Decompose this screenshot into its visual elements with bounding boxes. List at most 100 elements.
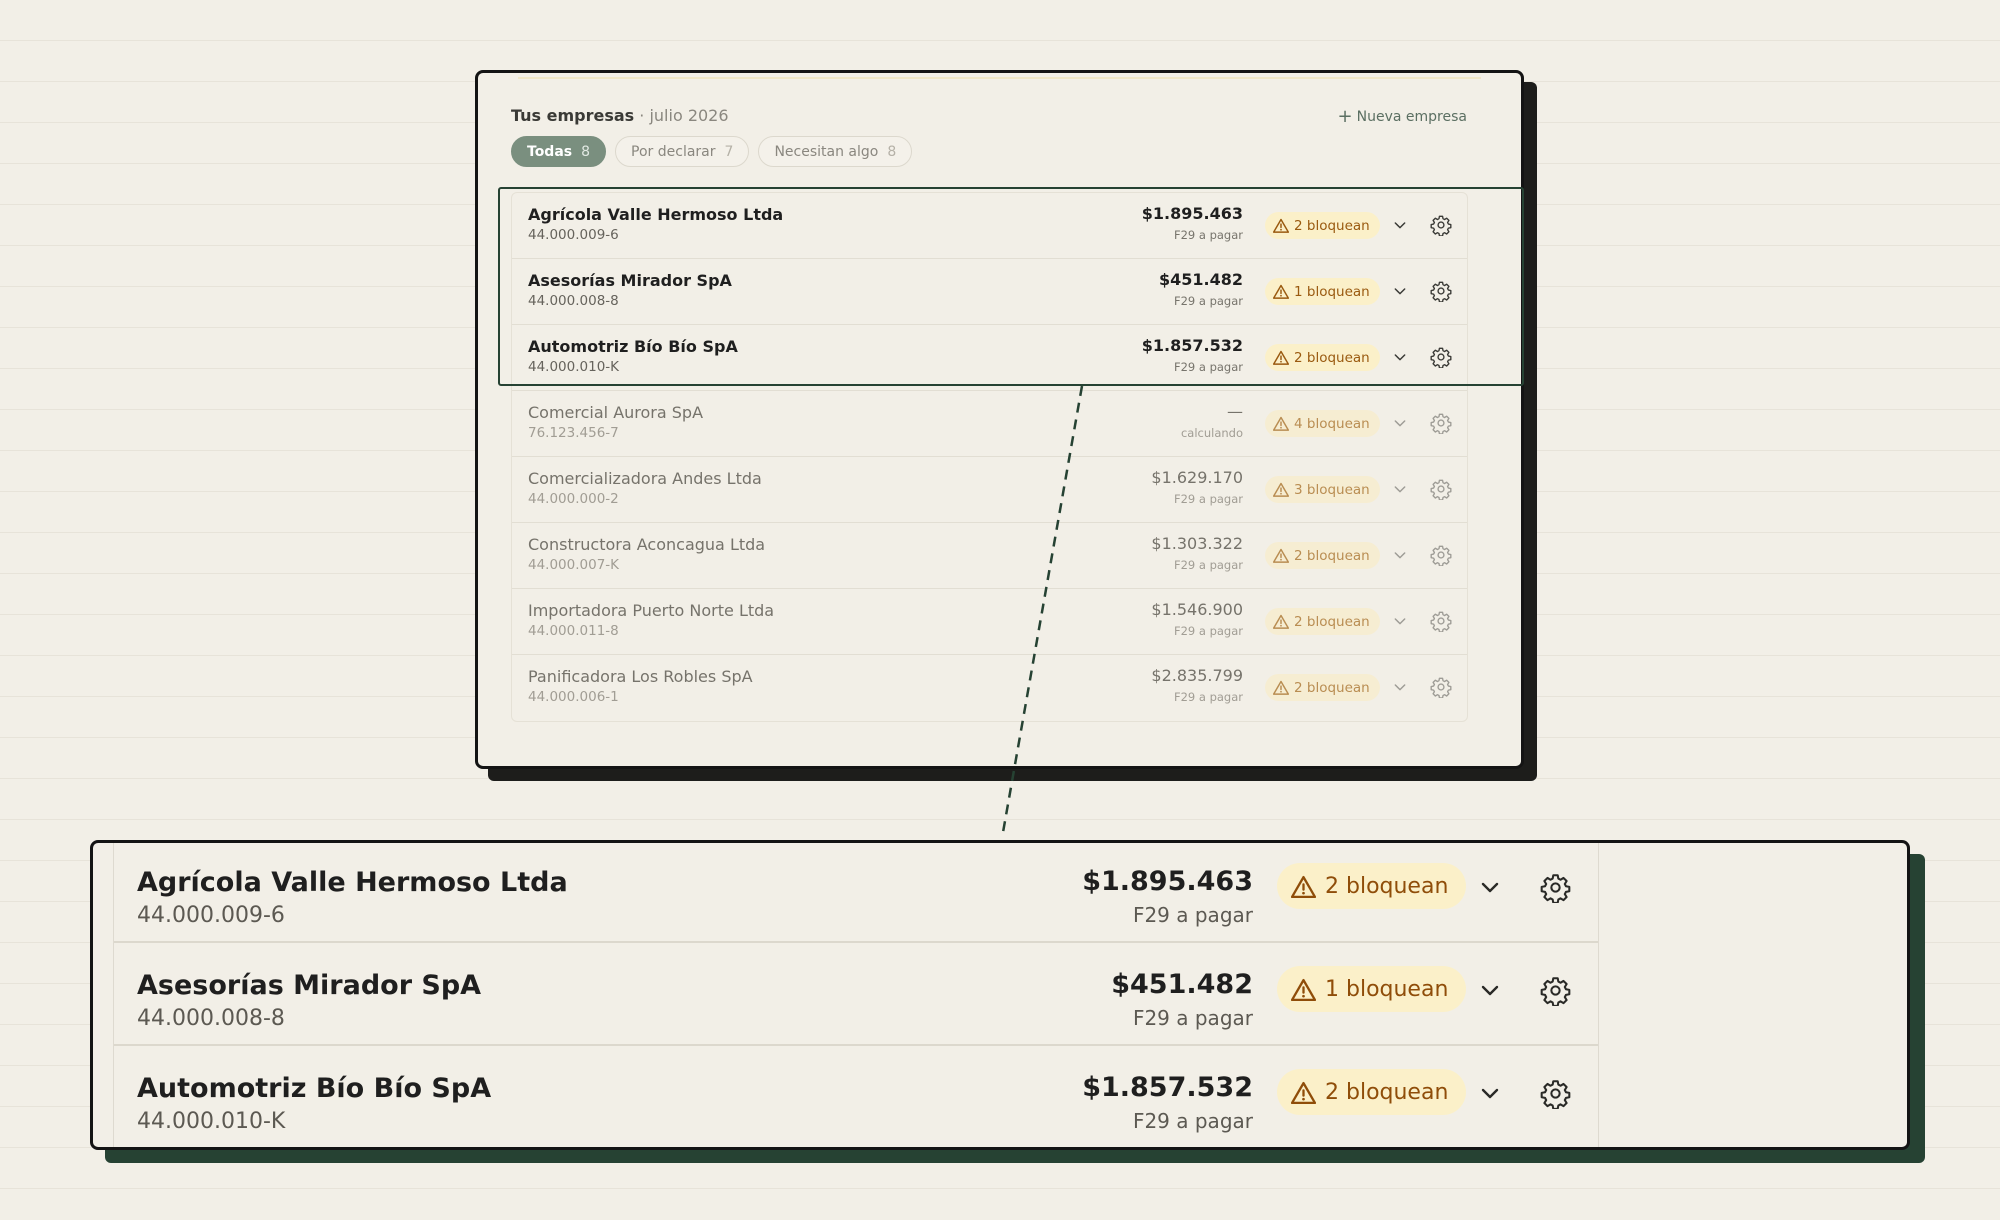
blocking-badge[interactable]: 2 bloquean — [1265, 674, 1380, 701]
gear-icon[interactable] — [1540, 975, 1571, 1010]
filter-tab-por-declarar[interactable]: Por declarar 7 — [615, 136, 750, 167]
chevron-down-icon[interactable] — [1478, 978, 1502, 1006]
company-row[interactable]: Importadora Puerto Norte Ltda 44.000.011… — [512, 589, 1467, 655]
f29-amount: $1.629.170 — [1151, 468, 1243, 487]
blocking-badge[interactable]: 2 bloquean — [1277, 863, 1467, 909]
blocking-badge[interactable]: 2 bloquean — [1277, 1069, 1467, 1115]
warning-triangle-icon — [1273, 680, 1289, 695]
warning-triangle-icon — [1273, 416, 1289, 431]
filter-tab-necesitan-algo[interactable]: Necesitan algo 8 — [758, 136, 913, 167]
gear-icon[interactable] — [1430, 346, 1452, 372]
badge-label: 3 bloquean — [1294, 481, 1370, 498]
chevron-down-icon[interactable] — [1392, 547, 1408, 567]
badge-label: 2 bloquean — [1325, 1079, 1449, 1105]
zoomed-company-row[interactable]: Agrícola Valle Hermoso Ltda 44.000.009-6… — [114, 843, 1598, 943]
gear-icon[interactable] — [1540, 872, 1571, 907]
company-row[interactable]: Automotriz Bío Bío SpA 44.000.010-K $1.8… — [512, 325, 1467, 391]
blocking-badge[interactable]: 4 bloquean — [1265, 410, 1380, 437]
company-rut: 44.000.006-1 — [528, 689, 619, 705]
filter-tab-count: 7 — [724, 143, 734, 160]
company-row[interactable]: Comercializadora Andes Ltda 44.000.000-2… — [512, 457, 1467, 523]
blocking-badge[interactable]: 2 bloquean — [1265, 608, 1380, 635]
panel-header: Tus empresas · julio 2026 — [511, 106, 729, 125]
f29-amount: — — [1227, 402, 1243, 421]
plus-icon: + — [1337, 106, 1353, 127]
company-name: Asesorías Mirador SpA — [528, 271, 732, 290]
filter-tab-count: 8 — [887, 143, 897, 160]
warning-triangle-icon — [1273, 548, 1289, 563]
zoomed-rows: Agrícola Valle Hermoso Ltda 44.000.009-6… — [113, 843, 1599, 1147]
zoomed-company-row[interactable]: Automotriz Bío Bío SpA 44.000.010-K $1.8… — [114, 1046, 1598, 1147]
filter-tab-label: Necesitan algo — [774, 143, 879, 160]
f29-amount-label: F29 a pagar — [1173, 690, 1243, 704]
f29-amount: $1.857.532 — [1082, 1072, 1253, 1103]
f29-amount: $1.857.532 — [1141, 336, 1243, 355]
company-name: Automotriz Bío Bío SpA — [137, 1073, 492, 1104]
f29-amount-label: calculando — [1180, 426, 1243, 440]
badge-label: 2 bloquean — [1294, 217, 1370, 234]
blocking-badge[interactable]: 1 bloquean — [1277, 966, 1467, 1012]
gear-icon[interactable] — [1430, 610, 1452, 636]
company-row[interactable]: Asesorías Mirador SpA 44.000.008-8 $451.… — [512, 259, 1467, 325]
f29-amount-label: F29 a pagar — [1173, 360, 1243, 374]
blocking-badge[interactable]: 2 bloquean — [1265, 212, 1380, 239]
company-rut: 44.000.010-K — [528, 359, 620, 375]
zoomed-company-row[interactable]: Asesorías Mirador SpA 44.000.008-8 $451.… — [114, 943, 1598, 1046]
gear-icon[interactable] — [1430, 412, 1452, 438]
chevron-down-icon[interactable] — [1392, 481, 1408, 501]
filter-tab-label: Por declarar — [631, 143, 716, 160]
chevron-down-icon[interactable] — [1392, 217, 1408, 237]
blocking-badge[interactable]: 1 bloquean — [1265, 278, 1380, 305]
badge-label: 2 bloquean — [1294, 349, 1370, 366]
filter-tab-todas[interactable]: Todas 8 — [511, 136, 607, 167]
f29-amount: $1.895.463 — [1141, 204, 1243, 223]
blocking-badge[interactable]: 2 bloquean — [1265, 344, 1380, 371]
gear-icon[interactable] — [1430, 478, 1452, 504]
company-row[interactable]: Comercial Aurora SpA 76.123.456-7 — calc… — [512, 391, 1467, 457]
new-company-label: Nueva empresa — [1356, 109, 1467, 125]
page-title: Tus empresas — [511, 106, 635, 125]
companies-panel: Tus empresas · julio 2026 + Nueva empresa… — [475, 70, 1524, 769]
chevron-down-icon[interactable] — [1392, 679, 1408, 699]
badge-label: 2 bloquean — [1325, 873, 1449, 899]
company-list: Agrícola Valle Hermoso Ltda 44.000.009-6… — [511, 192, 1468, 722]
company-rut: 44.000.009-6 — [528, 227, 619, 243]
blocking-badge[interactable]: 3 bloquean — [1265, 476, 1380, 503]
chevron-down-icon[interactable] — [1392, 349, 1408, 369]
chevron-down-icon[interactable] — [1392, 415, 1408, 435]
company-name: Automotriz Bío Bío SpA — [528, 337, 738, 356]
company-rut: 44.000.010-K — [137, 1109, 286, 1134]
new-company-button[interactable]: + Nueva empresa — [1338, 106, 1467, 127]
blocking-badge[interactable]: 2 bloquean — [1265, 542, 1380, 569]
chevron-down-icon[interactable] — [1478, 875, 1502, 903]
gear-icon[interactable] — [1540, 1078, 1571, 1113]
filter-tab-label: Todas — [527, 143, 573, 160]
badge-label: 2 bloquean — [1294, 547, 1370, 564]
f29-amount-label: F29 a pagar — [1132, 903, 1253, 927]
f29-amount: $2.835.799 — [1151, 666, 1243, 685]
chevron-down-icon[interactable] — [1392, 283, 1408, 303]
company-name: Panificadora Los Robles SpA — [528, 667, 753, 686]
badge-label: 2 bloquean — [1294, 679, 1370, 696]
gear-icon[interactable] — [1430, 544, 1452, 570]
gear-icon[interactable] — [1430, 676, 1452, 702]
zoomed-company-list: Agrícola Valle Hermoso Ltda 44.000.009-6… — [90, 840, 1910, 1150]
company-row[interactable]: Constructora Aconcagua Ltda 44.000.007-K… — [512, 523, 1467, 589]
filter-tabs: Todas 8 Por declarar 7 Necesitan algo 8 — [511, 136, 913, 167]
f29-amount-label: F29 a pagar — [1132, 1109, 1253, 1133]
warning-triangle-icon — [1273, 614, 1289, 629]
f29-amount: $1.303.322 — [1151, 534, 1243, 553]
badge-label: 2 bloquean — [1294, 613, 1370, 630]
company-name: Agrícola Valle Hermoso Ltda — [137, 867, 568, 898]
gear-icon[interactable] — [1430, 280, 1452, 306]
company-row[interactable]: Panificadora Los Robles SpA 44.000.006-1… — [512, 655, 1467, 721]
company-rut: 44.000.007-K — [528, 557, 620, 573]
company-row[interactable]: Agrícola Valle Hermoso Ltda 44.000.009-6… — [512, 193, 1467, 259]
gear-icon[interactable] — [1430, 214, 1452, 240]
chevron-down-icon[interactable] — [1478, 1081, 1502, 1109]
f29-amount-label: F29 a pagar — [1173, 492, 1243, 506]
f29-amount-label: F29 a pagar — [1173, 228, 1243, 242]
f29-amount: $451.482 — [1111, 969, 1253, 1000]
chevron-down-icon[interactable] — [1392, 613, 1408, 633]
badge-label: 1 bloquean — [1294, 283, 1370, 300]
